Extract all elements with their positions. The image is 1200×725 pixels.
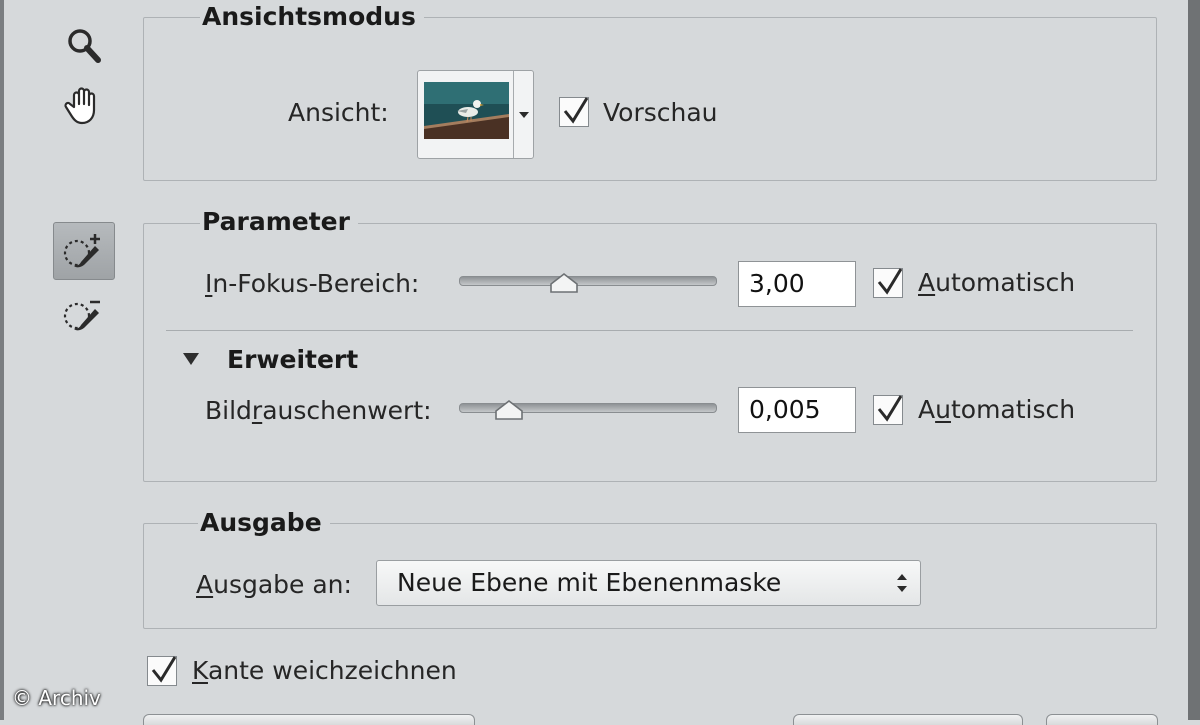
parameter-divider (166, 330, 1133, 331)
advanced-title[interactable]: Erweitert (225, 345, 366, 375)
view-thumbnail-dropdown[interactable] (417, 70, 534, 159)
preview-label: Vorschau (603, 98, 718, 127)
dropdown-separator (513, 71, 514, 158)
preview-thumbnail-image (424, 82, 509, 139)
hand-tool-button[interactable] (60, 82, 108, 128)
noise-value-slider-thumb[interactable] (494, 399, 524, 421)
checkmark-icon (877, 395, 903, 422)
focus-auto-label: Automatisch (918, 268, 1076, 297)
zoom-icon (68, 29, 101, 63)
focus-area-label: In-Fokus-Bereich: (205, 269, 420, 298)
focus-area-subtract-tool-button[interactable] (56, 290, 112, 338)
window-right-edge (1188, 0, 1200, 720)
focus-area-value-input[interactable]: 3,00 (738, 261, 856, 307)
focus-area-add-tool-button[interactable] (53, 222, 115, 280)
triangle-down-icon[interactable] (182, 352, 200, 366)
noise-auto-checkbox[interactable] (873, 395, 903, 425)
copyright-watermark: © Archiv (12, 686, 101, 710)
zoom-tool-button[interactable] (62, 24, 106, 68)
checkmark-icon (151, 656, 177, 683)
focus-area-slider-thumb[interactable] (549, 272, 579, 294)
parameter-title: Parameter (200, 207, 358, 237)
noise-auto-label: Automatisch (918, 395, 1076, 424)
hand-icon (64, 87, 96, 125)
checkmark-icon (563, 97, 589, 124)
focus-area-slider-track[interactable] (459, 276, 717, 286)
checkmark-icon (877, 268, 903, 295)
preview-checkbox[interactable] (559, 97, 589, 127)
output-select-value: Neue Ebene mit Ebenenmaske (397, 568, 782, 597)
output-select[interactable]: Neue Ebene mit Ebenenmaske (376, 560, 921, 606)
noise-value-label: Bildrauschenwert: (205, 396, 432, 425)
window-left-edge (0, 0, 4, 720)
select-arrows-icon (897, 574, 907, 592)
chevron-down-icon (519, 112, 529, 118)
focus-auto-checkbox[interactable] (873, 268, 903, 298)
view-mode-title: Ansichtsmodus (200, 2, 424, 32)
output-title: Ausgabe (198, 508, 330, 538)
output-to-label: Ausgabe an: (196, 570, 352, 599)
focus-area-add-icon (63, 234, 100, 268)
noise-value-input[interactable]: 0,005 (738, 387, 856, 433)
view-label: Ansicht: (288, 98, 389, 127)
soften-edge-label: Kante weichzeichnen (192, 656, 457, 685)
focus-area-subtract-icon (63, 300, 100, 331)
soften-edge-checkbox[interactable] (147, 656, 177, 686)
